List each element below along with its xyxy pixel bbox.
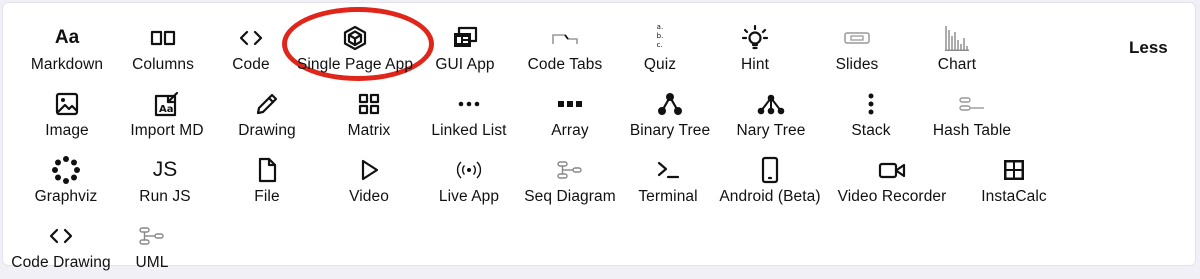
quiz-option-marker: c. [656,40,663,49]
widget-label: Live App [438,188,500,205]
nary-tree-icon [751,89,791,119]
quiz-option-marker: b. [656,31,664,40]
svg-text:Aa: Aa [159,104,174,115]
phone-icon [750,155,790,185]
lightbulb-icon [735,23,775,53]
widget-code[interactable]: Code [191,21,311,81]
widget-label: Android (Beta) [719,188,821,205]
widget-label: Binary Tree [629,122,711,139]
widget-label: Slides [835,56,879,73]
js-icon-text: JS [152,158,178,181]
video-camera-icon [872,155,912,185]
play-icon [349,155,389,185]
widget-label: Matrix [347,122,391,139]
linked-list-icon [449,89,489,119]
widget-hash-table[interactable]: Hash Table [912,87,1032,147]
array-icon [550,89,590,119]
widget-label: GUI App [435,56,495,73]
binary-tree-icon [650,89,690,119]
widget-label: Terminal [638,188,698,205]
graphviz-icon [46,155,86,185]
widget-single-page-app[interactable]: Single Page App [295,21,415,81]
widget-label: Hash Table [932,122,1012,139]
sequence-diagram-icon [550,155,590,185]
widget-label: File [254,188,280,205]
widget-label: Video [349,188,389,205]
widget-label: Code Tabs [527,56,603,73]
less-button[interactable]: Less [1129,38,1168,58]
quiz-option-marker: a. [656,22,664,31]
markdown-aa-icon-text: Aa [54,27,80,48]
widget-android[interactable]: Android (Beta) [710,153,830,213]
widget-label: Run JS [139,188,191,205]
widget-label: Chart [937,56,977,73]
columns-icon [143,23,183,53]
widget-label: Code [232,56,270,73]
cube-icon [335,23,375,53]
js-icon: JS [145,155,185,185]
code-brackets-icon [41,221,81,251]
widget-label: Single Page App [296,56,414,73]
import-md-icon: Aa [147,89,187,119]
widget-label: Nary Tree [736,122,806,139]
widget-label: Hint [741,56,769,73]
widget-chart[interactable]: Chart [897,21,1017,81]
widget-label: UML [135,254,169,271]
uml-icon [132,221,172,251]
stack-icon [851,89,891,119]
widget-label: Stack [851,122,891,139]
code-brackets-icon [231,23,271,53]
widget-label: Image [45,122,89,139]
hash-table-icon [952,89,992,119]
file-icon [247,155,287,185]
widget-label: Import MD [130,122,204,139]
widget-label: InstaCalc [981,188,1047,205]
image-icon [47,89,87,119]
markdown-aa-icon: Aa [47,23,87,53]
widget-label: Markdown [30,56,104,73]
pencil-icon [247,89,287,119]
widget-label: Columns [132,56,194,73]
widget-label: Seq Diagram [524,188,616,205]
widget-instacalc[interactable]: InstaCalc [954,153,1074,213]
widget-label: Quiz [643,56,677,73]
widget-label: Drawing [238,122,296,139]
grid-calc-icon [994,155,1034,185]
widget-video-recorder[interactable]: Video Recorder [832,153,952,213]
terminal-icon [648,155,688,185]
widget-uml[interactable]: UML [92,219,212,279]
matrix-icon [349,89,389,119]
widget-label: Linked List [431,122,507,139]
gui-app-icon [445,23,485,53]
code-tabs-icon [545,23,585,53]
slides-icon [837,23,877,53]
chart-icon [937,23,977,53]
broadcast-icon [449,155,489,185]
widget-label: Array [551,122,589,139]
widget-label: Graphviz [34,188,98,205]
widget-toolbar: Less Aa Markdown Columns Code Single Page Ap… [2,2,1196,271]
quiz-list-icon: a. b. c. [640,23,680,53]
widget-label: Video Recorder [837,188,947,205]
